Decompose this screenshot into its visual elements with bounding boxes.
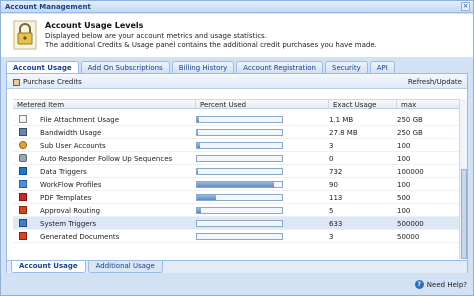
purchase-credits-label: Purchase Credits [23, 78, 82, 86]
metered-item-name: Generated Documents [40, 233, 120, 241]
percent-used-fill [197, 143, 200, 148]
max-value: 100 [397, 207, 411, 215]
percent-used-bar [196, 194, 283, 201]
metered-item-name: System Triggers [40, 220, 97, 228]
exact-usage-value: 0 [329, 155, 334, 163]
percent-used-bar [196, 233, 283, 240]
percent-used-bar [196, 220, 283, 227]
generated-doc-icon [19, 232, 27, 240]
close-icon[interactable]: × [461, 2, 470, 11]
max-value: 50000 [397, 233, 420, 241]
account-management-window: Account Management × Account Usage Level… [0, 0, 474, 296]
grid-header: Metered Item Percent Used Exact Usage ma… [13, 99, 459, 109]
metered-item-name: Sub User Accounts [40, 142, 106, 150]
need-help-label: Need Help? [426, 280, 467, 289]
workflow-icon [19, 180, 27, 188]
table-row[interactable]: Auto Responder Follow Up Sequences 0 100 [13, 152, 459, 165]
max-value: 100 [397, 142, 411, 150]
percent-used-bar [196, 116, 283, 123]
table-row[interactable]: WorkFlow Profiles 90 100 [13, 178, 459, 191]
gear-icon [19, 154, 27, 162]
percent-used-fill [197, 182, 274, 187]
table-row[interactable]: Bandwidth Usage 27.8 MB 250 GB [13, 126, 459, 139]
exact-usage-value: 3 [329, 233, 334, 241]
usage-panel: Purchase Credits Refresh/Update Metered … [6, 73, 468, 273]
max-value: 250 GB [397, 129, 423, 137]
title-bar: Account Management × [1, 1, 473, 13]
percent-used-fill [197, 195, 217, 200]
metered-item-name: Bandwidth Usage [40, 129, 102, 137]
metered-item-name: File Attachment Usage [40, 116, 120, 124]
percent-used-bar [196, 181, 283, 188]
header-note: The additional Credits & Usage panel con… [45, 41, 377, 49]
table-row[interactable]: Approval Routing 5 100 [13, 204, 459, 217]
need-help-link[interactable]: ? Need Help? [414, 280, 467, 289]
panel-subtabs: Account Usage Additional Usage [7, 260, 467, 273]
cart-icon [13, 78, 20, 86]
percent-used-fill [197, 208, 202, 213]
subtab-account-usage[interactable]: Account Usage [11, 261, 86, 273]
max-value: 500 [397, 194, 411, 202]
percent-used-bar [196, 155, 283, 162]
percent-used-bar [196, 129, 283, 136]
lock-icon [13, 20, 37, 50]
metered-item-name: WorkFlow Profiles [40, 181, 102, 189]
metered-item-name: Data Triggers [40, 168, 87, 176]
refresh-button[interactable]: Refresh/Update [408, 78, 462, 86]
max-value: 500000 [397, 220, 424, 228]
subtab-additional-usage[interactable]: Additional Usage [87, 261, 163, 273]
exact-usage-value: 732 [329, 168, 343, 176]
window-title: Account Management [5, 2, 91, 11]
column-header-exact-usage[interactable]: Exact Usage [329, 100, 397, 109]
help-icon: ? [414, 280, 424, 289]
percent-used-bar [196, 168, 283, 175]
system-trigger-icon [19, 219, 27, 227]
exact-usage-value: 633 [329, 220, 343, 228]
exact-usage-value: 5 [329, 207, 334, 215]
usage-header: Account Usage Levels Displayed below are… [1, 14, 473, 57]
user-icon [19, 141, 27, 149]
exact-usage-value: 27.8 MB [329, 129, 358, 137]
table-row[interactable]: Generated Documents 3 50000 [13, 230, 459, 243]
table-row[interactable]: File Attachment Usage 1.1 MB 250 GB [13, 113, 459, 126]
exact-usage-value: 3 [329, 142, 334, 150]
grid-scrollbar[interactable] [459, 99, 467, 259]
header-description: Displayed below are your account metrics… [45, 32, 267, 40]
disk-icon [19, 128, 27, 136]
panel-toolbar: Purchase Credits Refresh/Update [7, 74, 467, 89]
percent-used-fill [197, 117, 199, 122]
document-icon [19, 115, 27, 123]
scrollbar-thumb[interactable] [461, 169, 467, 259]
table-row[interactable]: System Triggers 633 500000 [13, 217, 459, 230]
table-row[interactable]: PDF Templates 113 500 [13, 191, 459, 204]
percent-used-bar [196, 142, 283, 149]
column-header-percent-used[interactable]: Percent Used [196, 100, 329, 109]
percent-used-fill [197, 130, 198, 135]
usage-grid-body: File Attachment Usage 1.1 MB 250 GB Bandwid… [13, 109, 459, 259]
metered-item-name: PDF Templates [40, 194, 92, 202]
column-header-max[interactable]: max [397, 100, 459, 109]
purchase-credits-button[interactable]: Purchase Credits [13, 78, 82, 86]
percent-used-bar [196, 207, 283, 214]
metered-item-name: Approval Routing [40, 207, 101, 215]
max-value: 100 [397, 155, 411, 163]
exact-usage-value: 1.1 MB [329, 116, 354, 124]
max-value: 100000 [397, 168, 424, 176]
database-icon [19, 167, 27, 175]
column-header-metered-item[interactable]: Metered Item [13, 100, 196, 109]
metered-item-name: Auto Responder Follow Up Sequences [40, 155, 173, 163]
page-title: Account Usage Levels [45, 21, 144, 30]
table-row[interactable]: Data Triggers 732 100000 [13, 165, 459, 178]
max-value: 250 GB [397, 116, 423, 124]
table-row[interactable]: Sub User Accounts 3 100 [13, 139, 459, 152]
routing-icon [19, 206, 27, 214]
pdf-icon [19, 193, 27, 201]
percent-used-fill [197, 169, 198, 174]
max-value: 100 [397, 181, 411, 189]
exact-usage-value: 90 [329, 181, 338, 189]
exact-usage-value: 113 [329, 194, 343, 202]
